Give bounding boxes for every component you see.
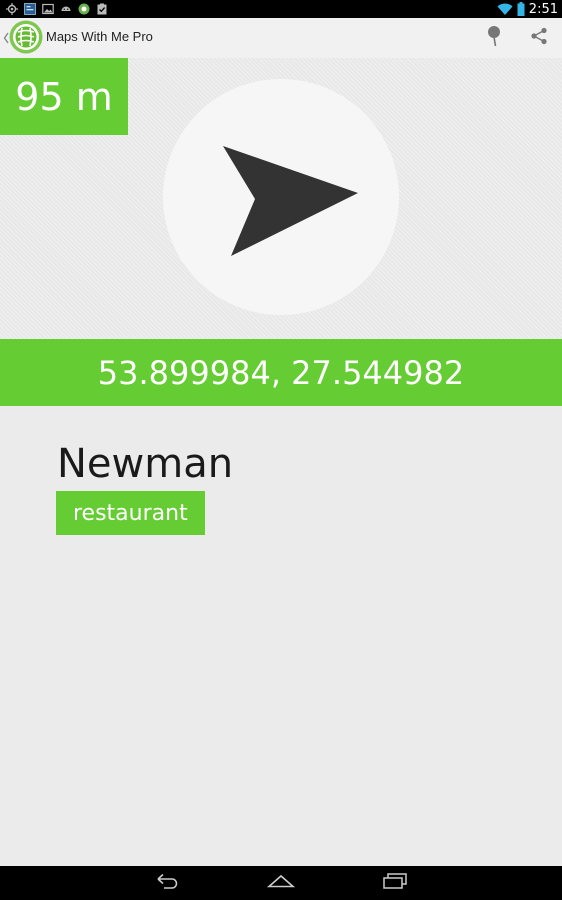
android-icon: [60, 2, 72, 14]
status-notification-icons: [6, 2, 108, 15]
recents-icon: [382, 872, 408, 894]
image-icon: [42, 2, 54, 15]
place-name: Newman: [57, 441, 234, 487]
coordinates-bar[interactable]: 53.899984, 27.544982: [0, 339, 562, 406]
clipboard-check-icon: [96, 2, 108, 15]
pin-button[interactable]: [480, 24, 508, 52]
distance-badge: 95 m: [0, 58, 128, 135]
recents-button[interactable]: [375, 871, 415, 895]
action-bar: Maps With Me Pro: [0, 18, 562, 59]
app-title: Maps With Me Pro: [46, 29, 153, 44]
navigation-bar: [0, 866, 562, 900]
back-button[interactable]: [147, 871, 187, 895]
compass-area: 95 m: [0, 58, 562, 339]
place-type-badge: restaurant: [56, 491, 205, 535]
compass-circle: [163, 79, 399, 315]
status-time: 2:51: [528, 1, 558, 17]
back-icon: [154, 873, 180, 894]
screen: 2:51 Maps With Me Pro 95 m 53.899984, 27…: [0, 0, 562, 900]
wifi-icon: [497, 3, 513, 16]
home-icon: [266, 874, 296, 893]
app-logo-icon[interactable]: [9, 20, 43, 54]
battery-icon: [517, 2, 525, 16]
notification-icon: [24, 2, 36, 15]
gps-icon: [6, 2, 18, 15]
direction-arrow-icon: [223, 146, 358, 256]
status-bar: 2:51: [0, 0, 562, 18]
status-system-icons: 2:51: [497, 0, 558, 18]
share-button[interactable]: [525, 24, 553, 52]
pin-icon: [486, 25, 502, 52]
app-icon: [78, 2, 90, 15]
share-icon: [530, 27, 548, 50]
home-button[interactable]: [261, 871, 301, 895]
